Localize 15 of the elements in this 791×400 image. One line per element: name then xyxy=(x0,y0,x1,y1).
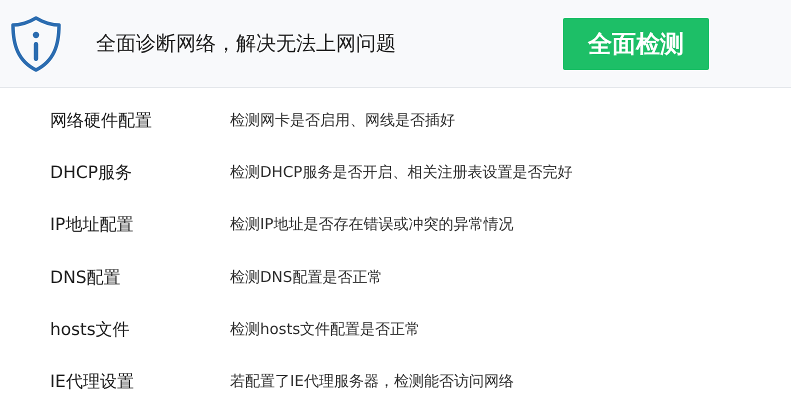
item-name: hosts文件 xyxy=(49,318,131,341)
item-name: DHCP服务 xyxy=(49,162,133,184)
item-description: 检测hosts文件配置是否正常 xyxy=(230,320,420,339)
full-check-button[interactable]: 全面检测 xyxy=(563,18,709,70)
item-name: DNS配置 xyxy=(49,266,122,289)
item-description: 若配置了IE代理服务器，检测能否访问网络 xyxy=(230,372,514,392)
item-description: 检测DNS配置是否正常 xyxy=(230,268,382,287)
header-title: 全面诊断网络，解决无法上网问题 xyxy=(96,30,397,57)
item-description: 检测DHCP服务是否开启、相关注册表设置是否完好 xyxy=(230,162,572,182)
shield-info-icon xyxy=(10,14,62,72)
item-description: 检测网卡是否启用、网线是否插好 xyxy=(230,110,455,130)
item-name: IP地址配置 xyxy=(49,214,134,236)
item-name: IE代理设置 xyxy=(49,371,135,394)
item-name: 网络硬件配置 xyxy=(49,110,153,132)
item-description: 检测IP地址是否存在错误或冲突的异常情况 xyxy=(230,215,514,234)
